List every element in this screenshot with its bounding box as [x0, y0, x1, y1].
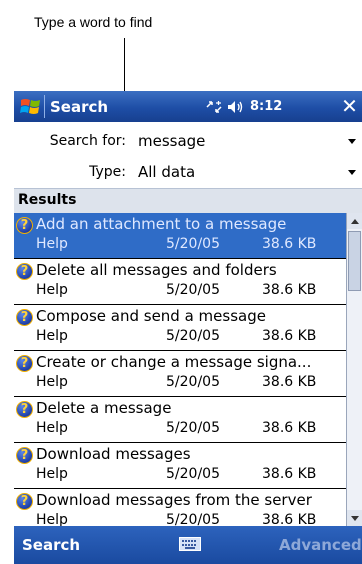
keyboard-icon[interactable] — [179, 537, 201, 551]
item-category: Help — [36, 328, 68, 344]
item-title: Create or change a message signa... — [36, 353, 312, 371]
results-heading: Results — [18, 192, 77, 208]
item-title: Compose and send a message — [36, 307, 266, 325]
item-category: Help — [36, 420, 68, 436]
windows-flag-icon[interactable] — [20, 96, 42, 116]
item-date: 5/20/05 — [166, 512, 220, 526]
scroll-down-icon[interactable] — [347, 510, 362, 526]
item-size: 38.6 KB — [262, 512, 317, 526]
vertical-scrollbar[interactable] — [346, 213, 362, 526]
search-for-label: Search for: — [49, 133, 126, 149]
item-date: 5/20/05 — [166, 374, 220, 390]
item-size: 38.6 KB — [262, 420, 317, 436]
item-date: 5/20/05 — [166, 282, 220, 298]
scroll-thumb[interactable] — [348, 231, 361, 291]
item-size: 38.6 KB — [262, 374, 317, 390]
app-title: Search — [50, 98, 109, 116]
item-category: Help — [36, 466, 68, 482]
item-date: 5/20/05 — [166, 236, 220, 252]
list-item[interactable]: ? Download messages Help 5/20/05 38.6 KB — [14, 443, 346, 489]
speaker-icon[interactable] — [226, 99, 246, 115]
type-label: Type: — [89, 164, 126, 180]
list-item[interactable]: ? Add an attachment to a message Help 5/… — [14, 213, 346, 259]
help-icon: ? — [16, 263, 33, 280]
help-icon: ? — [16, 309, 33, 326]
menu-bar: Search Advanced — [14, 526, 362, 564]
help-icon: ? — [16, 217, 33, 234]
search-softkey[interactable]: Search — [22, 536, 80, 554]
scroll-up-icon[interactable] — [347, 213, 362, 229]
help-icon: ? — [16, 355, 33, 372]
advanced-softkey[interactable]: Advanced — [279, 536, 362, 554]
type-select[interactable]: All data — [138, 163, 195, 181]
help-icon: ? — [16, 447, 33, 464]
chevron-down-icon[interactable] — [348, 139, 356, 144]
item-category: Help — [36, 236, 68, 252]
list-item[interactable]: ? Create or change a message signa... He… — [14, 351, 346, 397]
type-row: Type: All data — [14, 157, 362, 189]
chevron-down-icon[interactable] — [348, 170, 356, 175]
list-item[interactable]: ? Download messages from the server Help… — [14, 489, 346, 526]
help-icon: ? — [16, 401, 33, 418]
item-date: 5/20/05 — [166, 420, 220, 436]
results-list: ? Add an attachment to a message Help 5/… — [14, 213, 346, 526]
item-title: Delete all messages and folders — [36, 261, 277, 279]
search-for-row: Search for: message — [14, 126, 362, 158]
item-size: 38.6 KB — [262, 466, 317, 482]
item-date: 5/20/05 — [166, 328, 220, 344]
title-separator — [44, 95, 45, 118]
help-icon: ? — [16, 493, 33, 510]
item-title: Add an attachment to a message — [36, 215, 287, 233]
connectivity-icon[interactable] — [204, 99, 224, 115]
item-date: 5/20/05 — [166, 466, 220, 482]
item-size: 38.6 KB — [262, 328, 317, 344]
item-title: Download messages — [36, 445, 191, 463]
list-item[interactable]: ? Compose and send a message Help 5/20/0… — [14, 305, 346, 351]
item-title: Delete a message — [36, 399, 172, 417]
annotation-type-word: Type a word to find — [34, 14, 153, 30]
item-size: 38.6 KB — [262, 282, 317, 298]
item-category: Help — [36, 512, 68, 526]
clock[interactable]: 8:12 — [250, 99, 282, 114]
list-item[interactable]: ? Delete a message Help 5/20/05 38.6 KB — [14, 397, 346, 443]
item-category: Help — [36, 282, 68, 298]
item-category: Help — [36, 374, 68, 390]
list-item[interactable]: ? Delete all messages and folders Help 5… — [14, 259, 346, 305]
device-screen: Search 8:12 ✕ Search for: message Type: … — [14, 91, 362, 564]
item-size: 38.6 KB — [262, 236, 317, 252]
results-header: Results — [14, 188, 362, 214]
item-title: Download messages from the server — [36, 491, 312, 509]
title-bar: Search 8:12 ✕ — [14, 91, 362, 122]
search-input[interactable]: message — [138, 132, 205, 150]
close-button[interactable]: ✕ — [337, 95, 362, 118]
